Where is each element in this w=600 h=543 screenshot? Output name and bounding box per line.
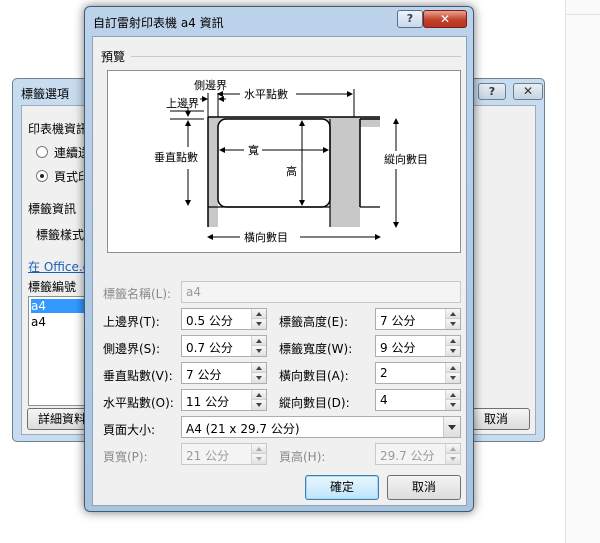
- number-down-stepper[interactable]: 4: [375, 389, 461, 411]
- custom-label-dialog: 自訂雷射印表機 a4 資訊 ? ✕ 預覽 側邊界 水平點數 上邊界 垂直點數 寬…: [84, 6, 474, 512]
- number-across-label: 橫向數目(A):: [279, 369, 349, 383]
- page-width-value: 21 公分: [186, 449, 230, 463]
- page-size-select[interactable]: A4 (21 x 29.7 公分): [181, 416, 461, 438]
- printer-info-label: 印表機資訊: [28, 122, 89, 136]
- top-margin-stepper[interactable]: 0.5 公分: [181, 308, 267, 330]
- diagram-height-label: 高: [286, 164, 297, 178]
- help-button[interactable]: ?: [397, 10, 423, 28]
- chevron-down-icon[interactable]: [443, 417, 460, 437]
- label-number-list[interactable]: a4 a4: [28, 296, 88, 406]
- label-name-label: 標籤名稱(L):: [103, 287, 172, 301]
- radio-page-printer[interactable]: [36, 170, 48, 182]
- page-height-value: 29.7 公分: [380, 449, 435, 463]
- number-across-value: 2: [380, 366, 388, 380]
- ok-button[interactable]: 確定: [305, 475, 379, 500]
- label-vendor-label: 標籤樣式: [36, 228, 85, 242]
- list-item[interactable]: a4: [31, 299, 85, 313]
- label-name-value: a4: [186, 285, 201, 299]
- label-width-label: 標籤寬度(W):: [279, 342, 353, 356]
- spin-up-icon[interactable]: [252, 363, 266, 373]
- background-panel: [565, 0, 600, 543]
- radio-continuous[interactable]: [36, 146, 48, 158]
- horizontal-pitch-stepper[interactable]: 11 公分: [181, 389, 267, 411]
- label-height-stepper[interactable]: 7 公分: [375, 308, 461, 330]
- spin-down-icon[interactable]: [446, 454, 460, 464]
- spin-up-icon[interactable]: [446, 336, 460, 346]
- horizontal-pitch-value: 11 公分: [186, 395, 230, 409]
- diagram-vertical-pitch-label: 垂直點數: [154, 150, 198, 164]
- cancel-button[interactable]: 取消: [387, 475, 461, 500]
- office-link[interactable]: 在 Office.c: [28, 258, 89, 275]
- spin-up-icon[interactable]: [446, 390, 460, 400]
- spin-up-icon[interactable]: [252, 336, 266, 346]
- vertical-pitch-stepper[interactable]: 7 公分: [181, 362, 267, 384]
- page-height-stepper[interactable]: 29.7 公分: [375, 443, 461, 465]
- top-margin-value: 0.5 公分: [186, 314, 233, 328]
- label-width-value: 9 公分: [380, 341, 416, 355]
- number-down-label: 縱向數目(D):: [279, 396, 350, 410]
- close-button[interactable]: ✕: [423, 10, 467, 28]
- background-divider: [566, 14, 600, 15]
- label-gap-strip: [330, 117, 360, 227]
- diagram-top-margin-label: 上邊界: [166, 96, 199, 110]
- side-margin-stepper[interactable]: 0.7 公分: [181, 335, 267, 357]
- side-margin-label: 側邊界(S):: [103, 342, 161, 356]
- label-height-value: 7 公分: [380, 314, 416, 328]
- spin-up-icon[interactable]: [252, 444, 266, 454]
- label-info-label: 標籤資訊: [28, 202, 77, 216]
- vertical-pitch-label: 垂直點數(V):: [103, 369, 173, 383]
- label-options-title: 標籤選項: [21, 87, 70, 101]
- dialog-client: 預覽 側邊界 水平點數 上邊界 垂直點數 寬 高 縱向數目 橫向數目 標籤名稱(…: [92, 36, 467, 506]
- label-options-close-button[interactable]: ✕: [513, 83, 543, 100]
- preview-diagram: 側邊界 水平點數 上邊界 垂直點數 寬 高 縱向數目 橫向數目: [107, 70, 461, 253]
- spin-up-icon[interactable]: [446, 363, 460, 373]
- spin-down-icon[interactable]: [446, 319, 460, 329]
- spin-down-icon[interactable]: [252, 319, 266, 329]
- page-size-value: A4 (21 x 29.7 公分): [186, 422, 300, 436]
- label-layout-diagram: 側邊界 水平點數 上邊界 垂直點數 寬 高 縱向數目 橫向數目: [154, 78, 428, 244]
- spin-up-icon[interactable]: [252, 390, 266, 400]
- spin-up-icon[interactable]: [446, 444, 460, 454]
- page-width-stepper[interactable]: 21 公分: [181, 443, 267, 465]
- diagram-number-across-label: 橫向數目: [244, 230, 288, 244]
- list-item[interactable]: a4: [31, 315, 46, 329]
- spin-down-icon[interactable]: [446, 346, 460, 356]
- preview-label: 預覽: [101, 50, 126, 64]
- label-options-help-button[interactable]: ?: [478, 83, 506, 100]
- spin-down-icon[interactable]: [252, 454, 266, 464]
- spin-down-icon[interactable]: [252, 346, 266, 356]
- page-size-label: 頁面大小:: [103, 423, 156, 437]
- spin-down-icon[interactable]: [446, 373, 460, 383]
- top-margin-label: 上邊界(T):: [103, 315, 160, 329]
- label-name-field[interactable]: a4: [181, 281, 461, 303]
- diagram-width-label: 寬: [248, 143, 259, 157]
- label-number-label: 標籤編號: [28, 280, 77, 294]
- horizontal-pitch-label: 水平點數(O):: [103, 396, 174, 410]
- diagram-horizontal-pitch-label: 水平點數: [244, 88, 288, 101]
- spin-up-icon[interactable]: [252, 309, 266, 319]
- preview-separator: [131, 56, 461, 57]
- spin-up-icon[interactable]: [446, 309, 460, 319]
- number-across-stepper[interactable]: 2: [375, 362, 461, 384]
- label-shape: [217, 118, 331, 208]
- vertical-pitch-value: 7 公分: [186, 368, 222, 382]
- diagram-side-margin-label: 側邊界: [194, 78, 227, 92]
- spin-down-icon[interactable]: [252, 373, 266, 383]
- page-side-strip: [208, 117, 218, 227]
- dialog-title: 自訂雷射印表機 a4 資訊: [93, 16, 224, 30]
- diagram-number-down-label: 縱向數目: [384, 152, 428, 166]
- label-width-stepper[interactable]: 9 公分: [375, 335, 461, 357]
- number-down-value: 4: [380, 393, 388, 407]
- spin-down-icon[interactable]: [446, 400, 460, 410]
- side-margin-value: 0.7 公分: [186, 341, 233, 355]
- spin-down-icon[interactable]: [252, 400, 266, 410]
- page-width-label: 頁寬(P):: [103, 450, 148, 464]
- label-height-label: 標籤高度(E):: [279, 315, 348, 329]
- page-height-label: 頁高(H):: [279, 450, 326, 464]
- label-shape: [359, 118, 380, 207]
